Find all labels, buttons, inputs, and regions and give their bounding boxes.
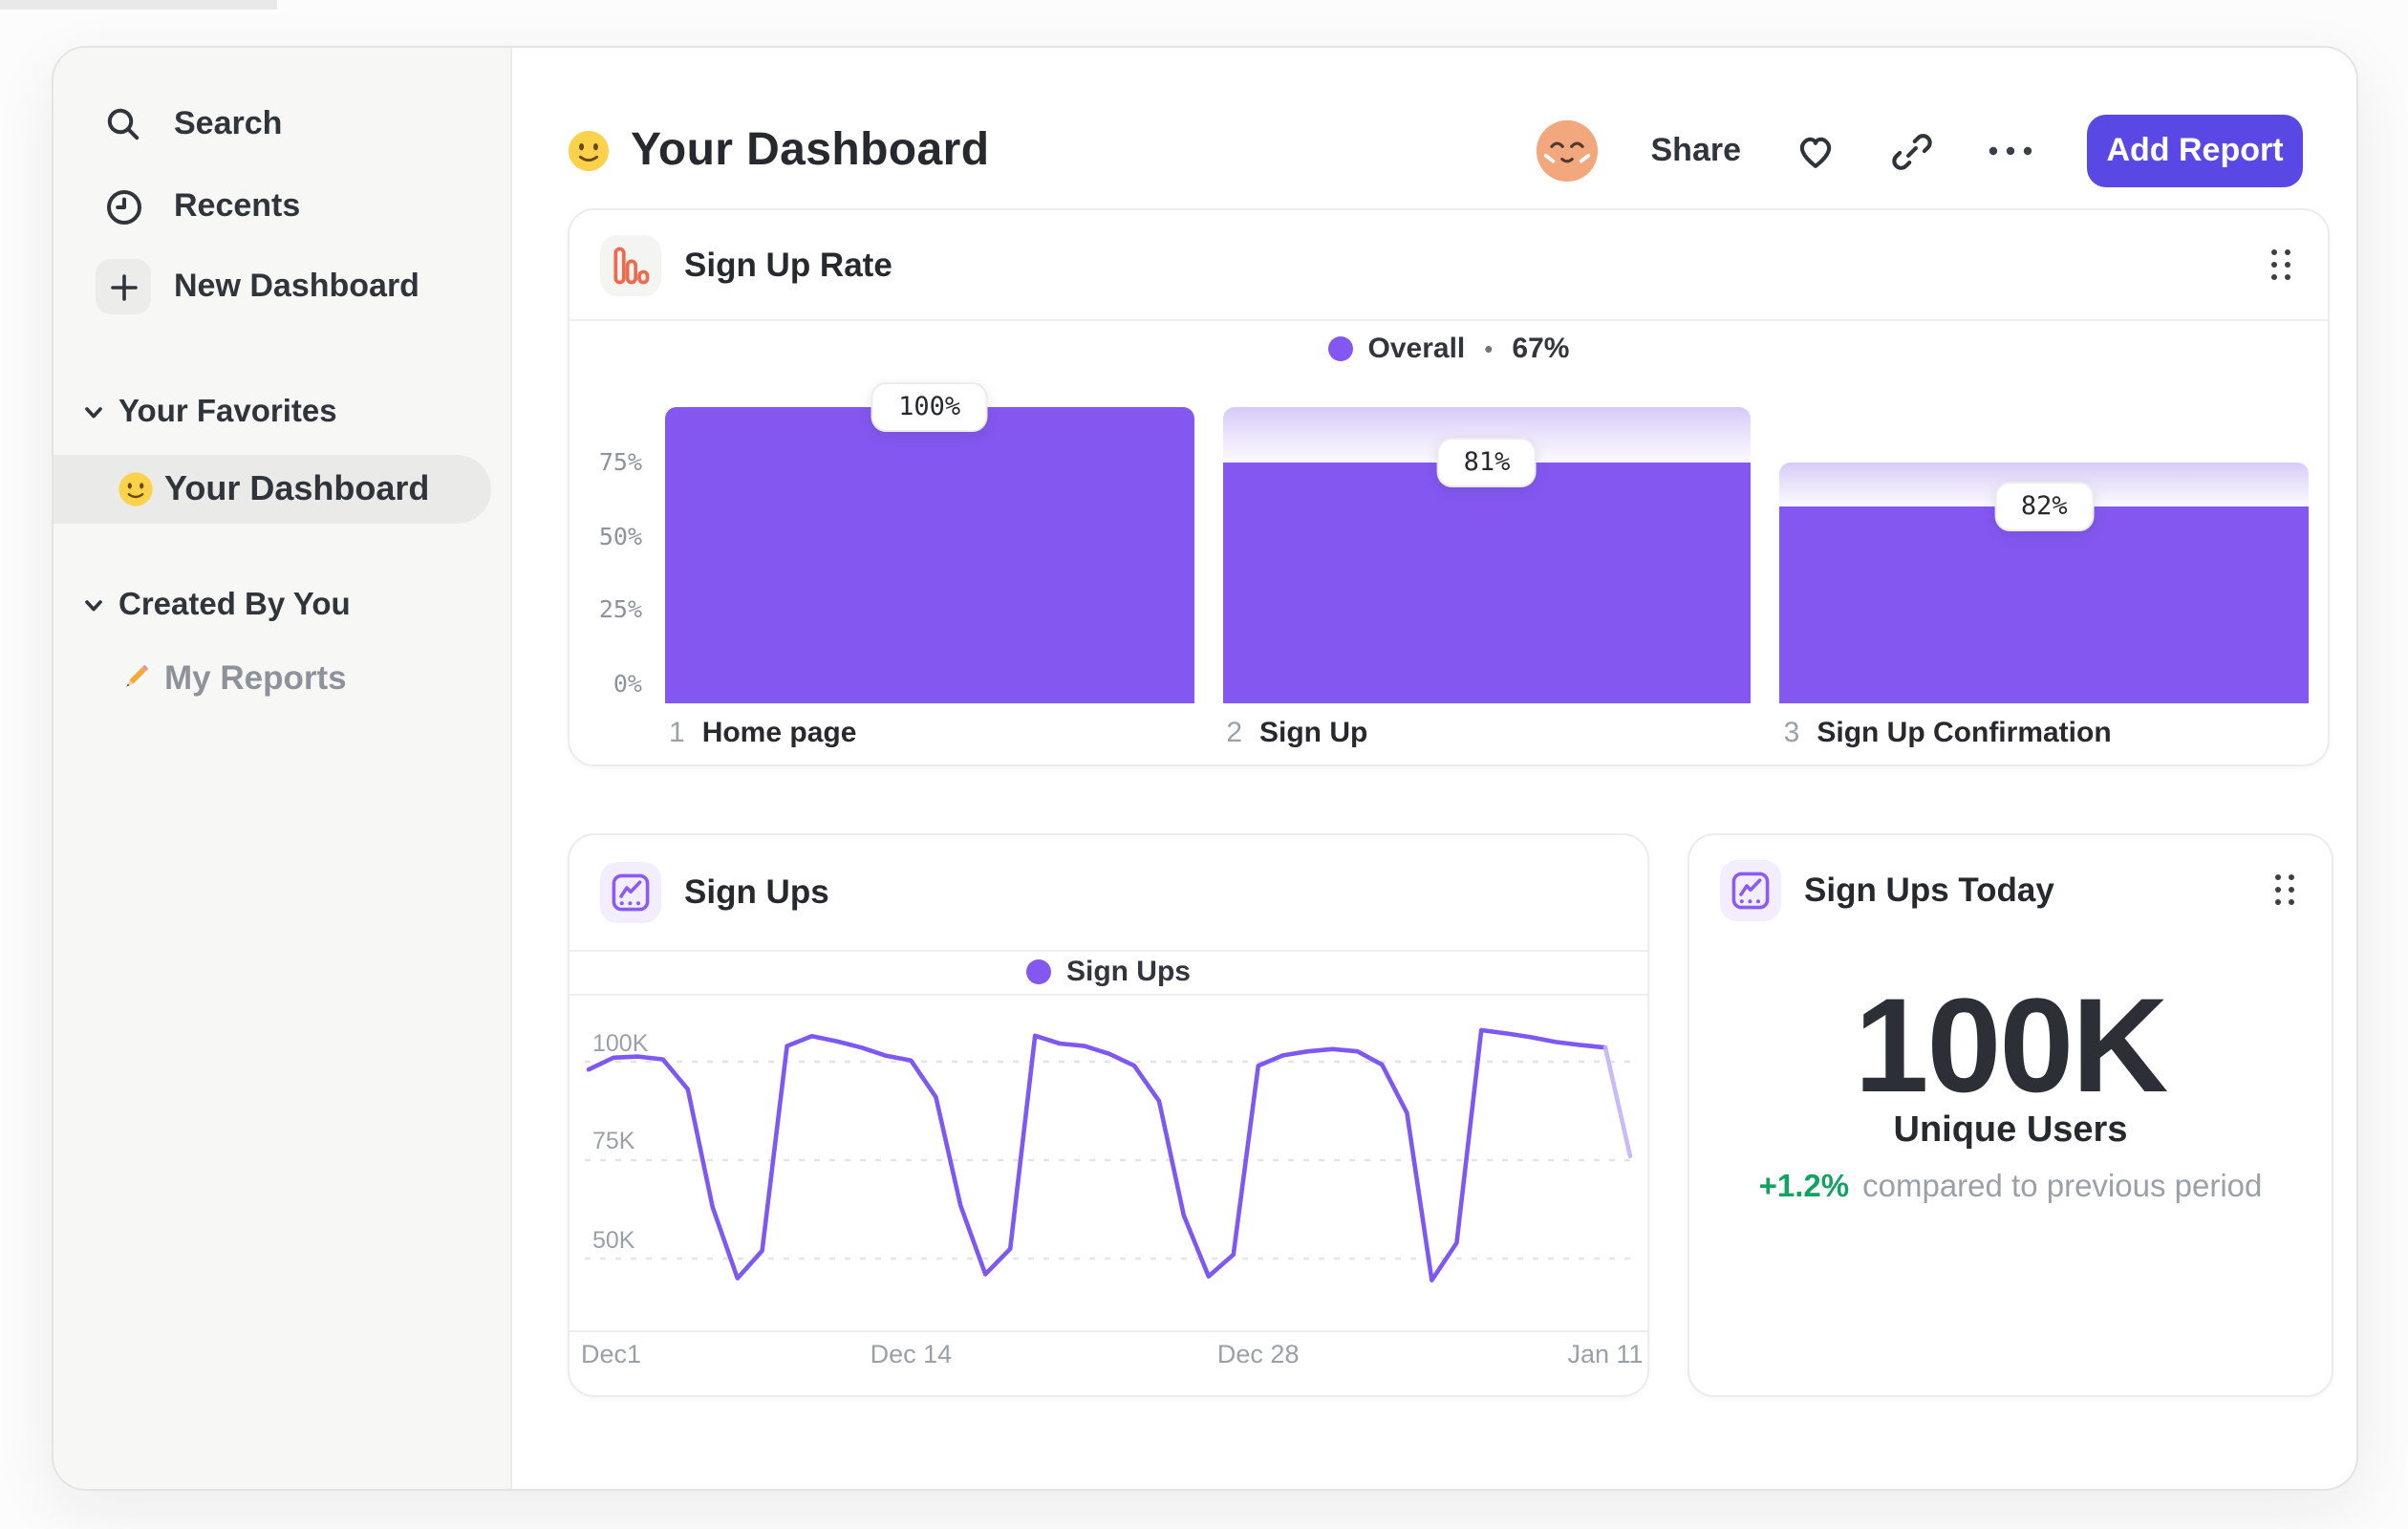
page-title: Your Dashboard (631, 124, 990, 176)
step-number: 3 (1783, 717, 1800, 749)
sidebar-item-label: New Dashboard (174, 268, 419, 304)
step-name: Sign Up (1259, 717, 1368, 749)
clock-icon (96, 179, 151, 234)
funnel-step-label: 2 Sign Up (1226, 717, 1367, 749)
main-area: Your Dashboard Share Add Report Sign Up … (512, 48, 2356, 1489)
line-y-tick: 50K (592, 1226, 635, 1253)
metric-value-label: Unique Users (1893, 1110, 2128, 1151)
pencil-emoji-icon (117, 660, 153, 697)
more-options-icon[interactable] (1986, 141, 2035, 161)
sign-ups-card: Sign Ups Sign Ups 100K 75K 50K Dec1 Dec 14 De… (568, 833, 1649, 1397)
smiley-emoji-icon (566, 128, 612, 174)
funnel-step-label: 3 Sign Up Confirmation (1784, 717, 2112, 749)
line-chart-icon (1720, 859, 1781, 920)
sidebar-item-recents[interactable]: Recents (54, 174, 510, 239)
chevron-down-icon (82, 401, 105, 424)
line-x-tick: Dec1 (581, 1340, 642, 1368)
line-y-tick: 75K (592, 1128, 635, 1154)
sidebar-item-my-reports[interactable]: My Reports (54, 656, 510, 701)
step-number: 2 (1226, 717, 1242, 749)
sidebar-item-label: Search (174, 105, 283, 141)
sidebar-item-label: Your Dashboard (164, 469, 430, 507)
sidebar-item-new-dashboard[interactable]: New Dashboard (54, 254, 510, 319)
conversion-tooltip: 81% (1436, 438, 1537, 488)
metric-delta: +1.2% (1758, 1170, 1850, 1204)
sidebar: Search Recents New Dashboard Your Favori… (54, 48, 512, 1489)
page-header: Your Dashboard Share Add Report (512, 48, 2356, 208)
top-left-strip (0, 0, 277, 10)
sign-up-rate-card: Sign Up Rate Overall • 67% 75% 50% 25% 0% 10… (568, 208, 2330, 766)
smiley-emoji-icon (117, 470, 155, 508)
metric-delta-note: compared to previous period (1862, 1170, 2263, 1204)
sidebar-item-your-dashboard[interactable]: Your Dashboard (54, 455, 491, 524)
funnel-chart: 75% 50% 25% 0% 100% 1 Home page 81% 2 Sign Up 82% 3… (570, 210, 2328, 764)
conversion-tooltip: 100% (871, 382, 988, 432)
step-name: Sign Up Confirmation (1817, 717, 2112, 749)
line-x-tick: Jan 11 (1567, 1340, 1644, 1368)
sidebar-section-your-favorites[interactable]: Your Favorites (54, 392, 510, 434)
favorite-heart-icon[interactable] (1793, 128, 1838, 174)
signups-series-line (1602, 1044, 1633, 1159)
line-x-tick: Dec 28 (1216, 1340, 1300, 1368)
search-icon (96, 97, 151, 152)
x-axis-line (570, 1330, 1647, 1332)
line-y-tick: 100K (592, 1029, 649, 1056)
sign-ups-today-card: Sign Ups Today 100K Unique Users +1.2% co… (1688, 833, 2333, 1397)
page: Search Recents New Dashboard Your Favori… (0, 0, 2408, 1529)
sidebar-item-search[interactable]: Search (54, 92, 510, 157)
step-name: Home page (701, 717, 857, 749)
drag-handle-icon[interactable] (2267, 868, 2301, 910)
funnel-bar[interactable] (665, 407, 1194, 703)
line-chart: 100K 75K 50K Dec1 Dec 14 Dec 28 Jan 11 (570, 835, 1647, 1395)
add-report-button[interactable]: Add Report (2087, 115, 2303, 187)
funnel-bar[interactable] (1779, 506, 2309, 703)
plus-icon (96, 259, 151, 314)
signups-series-line (586, 1027, 1608, 1282)
sidebar-section-created-by-you[interactable]: Created By You (54, 585, 510, 627)
copy-link-icon[interactable] (1890, 129, 1934, 173)
funnel-y-tick: 0% (613, 669, 642, 698)
app-window: Search Recents New Dashboard Your Favori… (52, 46, 2358, 1491)
sidebar-item-label: My Reports (164, 658, 347, 697)
section-title: Created By You (118, 588, 351, 622)
sidebar-item-label: Recents (174, 187, 301, 224)
funnel-y-tick: 75% (598, 446, 642, 476)
chevron-down-icon (82, 594, 105, 617)
card-header: Sign Ups Today (1689, 835, 2332, 944)
conversion-tooltip: 82% (1993, 482, 2095, 532)
funnel-step-label: 1 Home page (669, 717, 856, 749)
share-button[interactable]: Share (1651, 132, 1742, 170)
avatar[interactable] (1535, 118, 1600, 183)
funnel-y-tick: 50% (598, 521, 642, 549)
metric-value: 100K (1854, 971, 2169, 1120)
funnel-bar[interactable] (1222, 463, 1752, 703)
section-title: Your Favorites (118, 395, 337, 429)
line-x-tick: Dec 14 (870, 1340, 953, 1368)
step-number: 1 (669, 717, 685, 749)
card-title: Sign Ups Today (1804, 870, 2054, 908)
metric-delta-row: +1.2% compared to previous period (1689, 1170, 2332, 1206)
line-chart-plot[interactable] (570, 998, 1651, 1330)
funnel-y-tick: 25% (598, 594, 642, 624)
